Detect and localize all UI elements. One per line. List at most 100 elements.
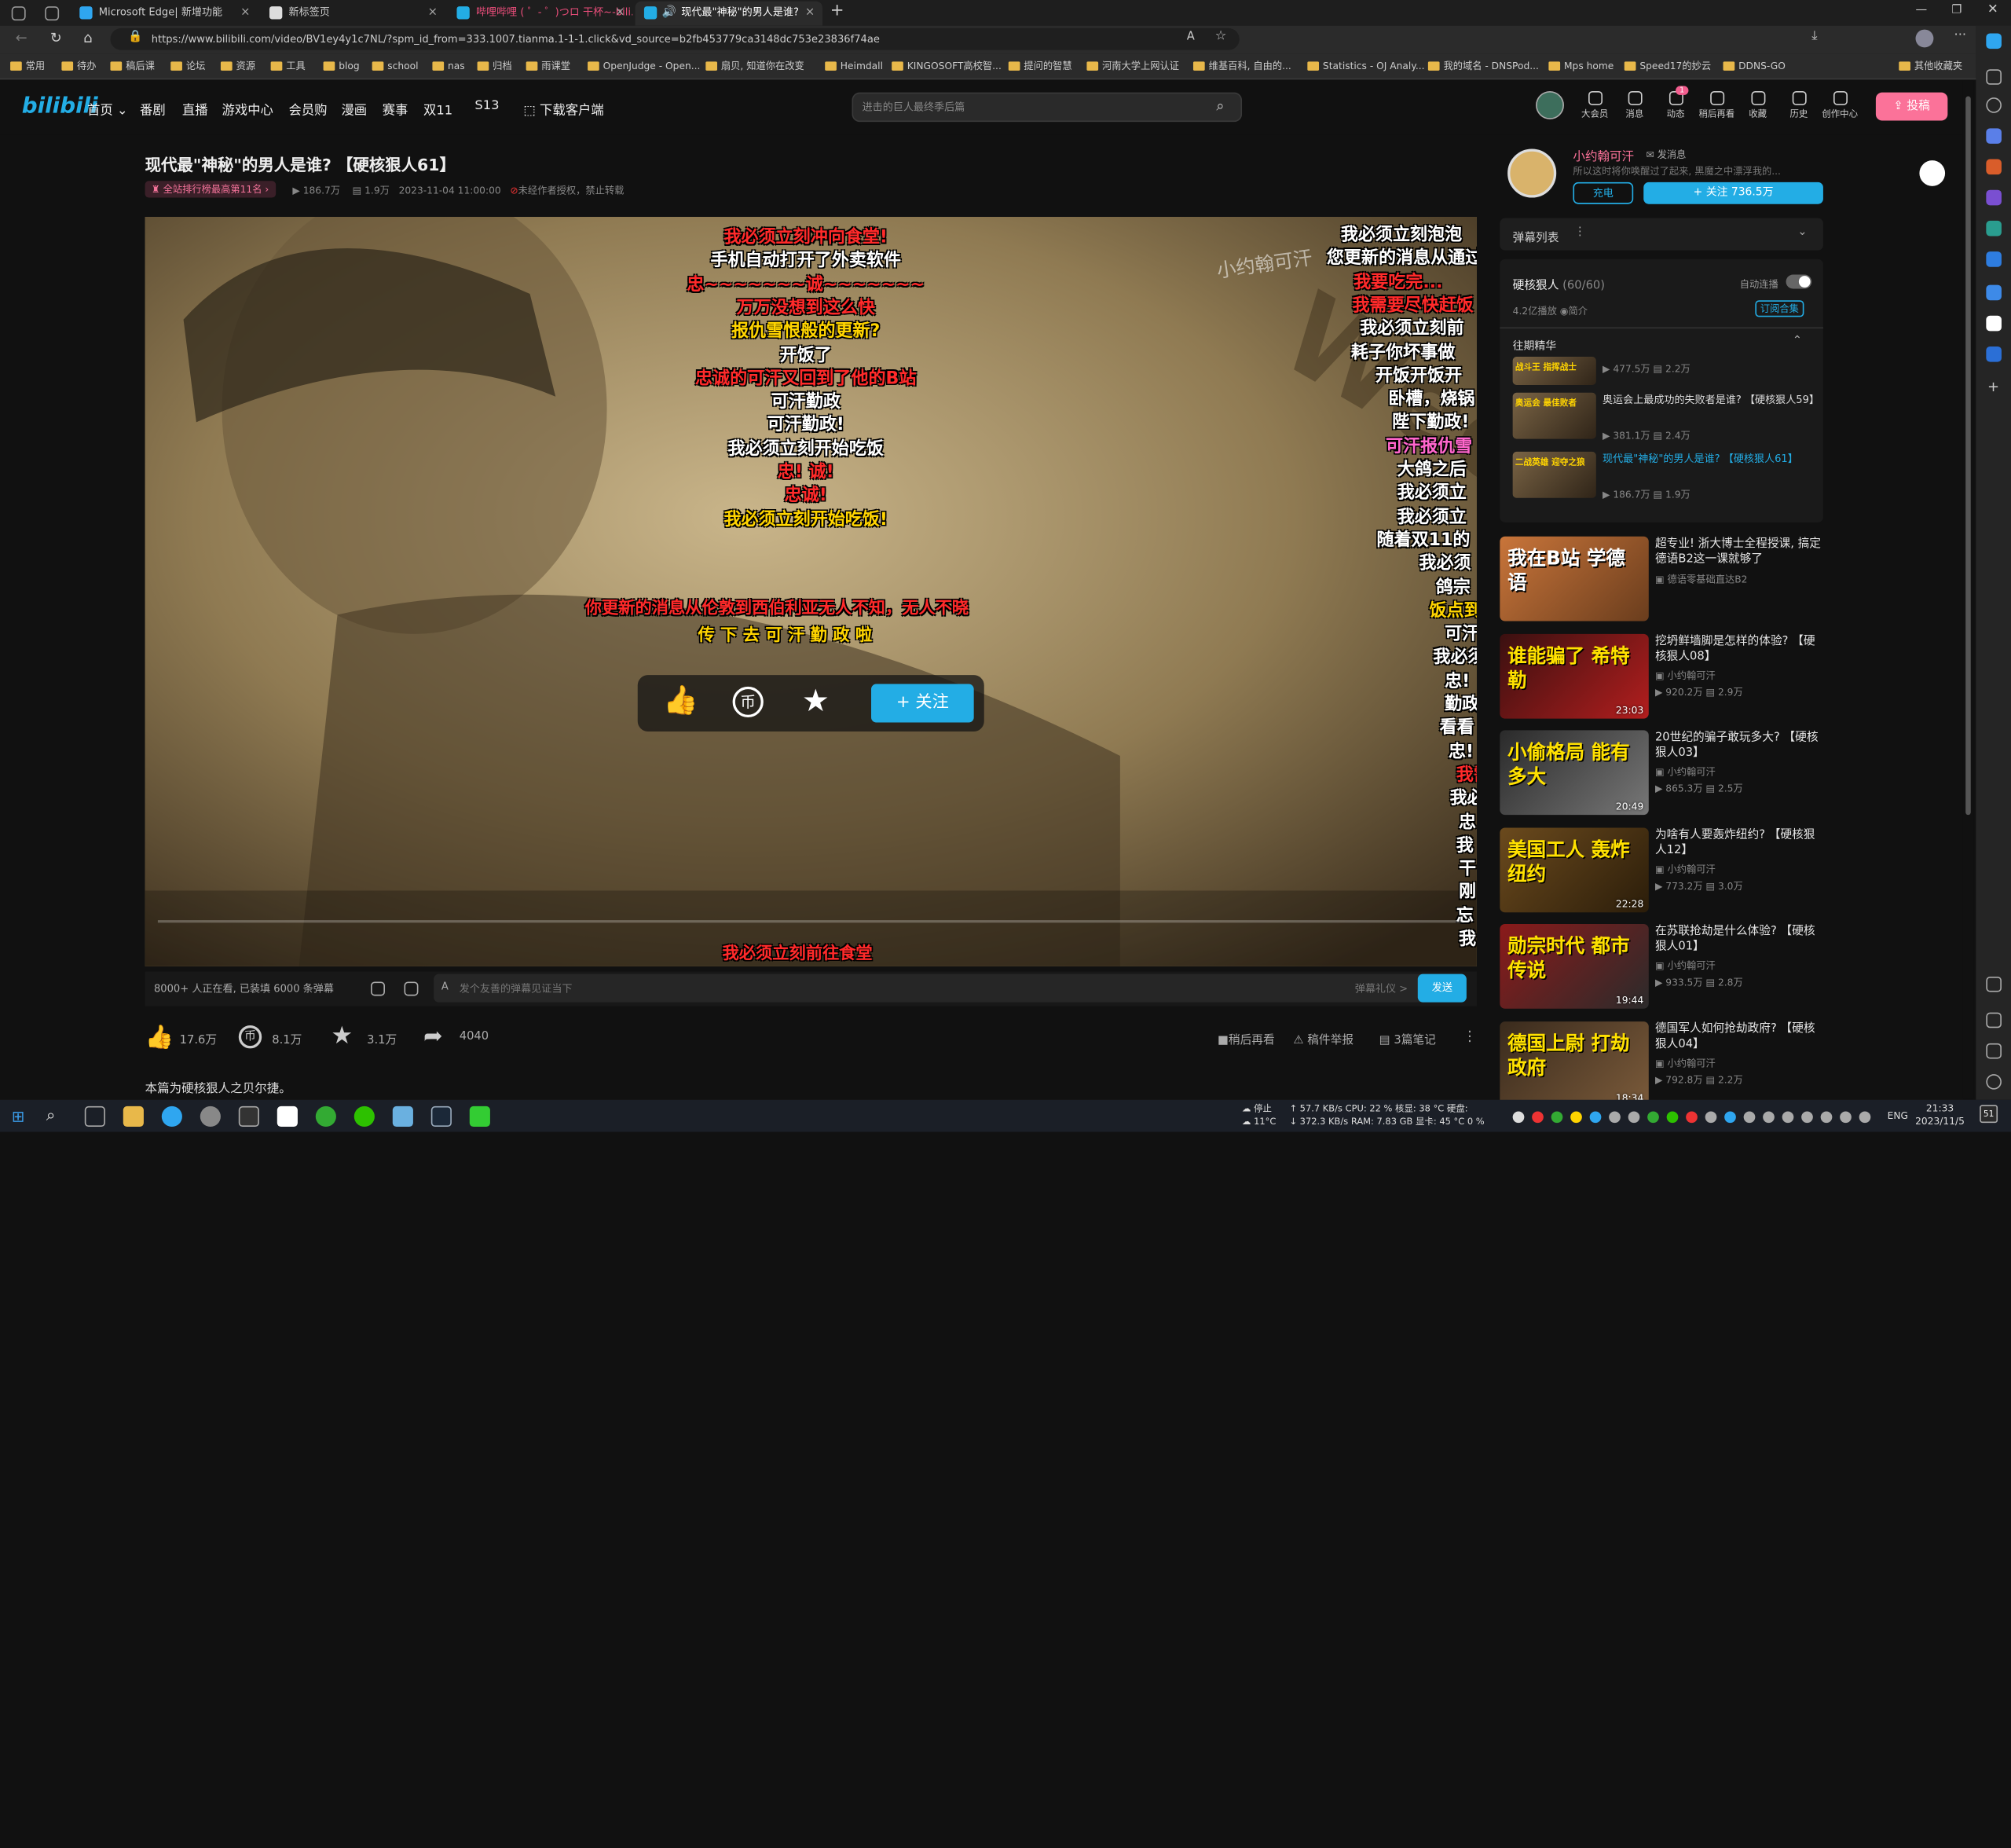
external-link-icon[interactable]: [1986, 1043, 2002, 1059]
collection-item[interactable]: 战斗王 指挥战士 ▶ 477.5万 ▤ 2.2万: [1512, 357, 1815, 385]
progress-track[interactable]: [157, 920, 1464, 923]
nav-item[interactable]: S13: [474, 99, 499, 113]
user-avatar[interactable]: [1536, 90, 1564, 119]
danmaku-settings-icon[interactable]: [404, 981, 419, 996]
profile-avatar-icon[interactable]: [1915, 29, 1934, 48]
back-icon[interactable]: ←: [16, 30, 27, 46]
video-thumbnail[interactable]: 小偷格局 能有多大 20:49: [1500, 730, 1649, 816]
steam-icon[interactable]: [430, 1106, 452, 1128]
uploader-avatar[interactable]: [1507, 148, 1557, 198]
video-author[interactable]: ▣ 德语零基础直达B2: [1655, 572, 1747, 586]
page-scrollbar[interactable]: [1962, 80, 1974, 1099]
nav-item[interactable]: 番剧: [140, 99, 166, 118]
share-icon[interactable]: ➦: [423, 1023, 443, 1050]
tray-icon[interactable]: [1763, 1111, 1775, 1124]
close-tab-icon[interactable]: ×: [428, 2, 438, 24]
more-options-icon[interactable]: ⋮: [1574, 226, 1586, 238]
collection-title[interactable]: 硬核狠人 (60/60): [1513, 276, 1605, 292]
edge-taskbar-icon[interactable]: [161, 1106, 182, 1128]
video-author[interactable]: ▣ 小约翰可汗: [1655, 1055, 1716, 1069]
header-item-dynamic[interactable]: 动态: [1657, 90, 1695, 121]
nav-item[interactable]: 双11: [423, 99, 452, 118]
tray-icon[interactable]: [1686, 1111, 1698, 1124]
video-thumbnail[interactable]: 我在B站 学德语: [1500, 536, 1649, 622]
office-icon[interactable]: [1986, 220, 2002, 236]
bookmark-item[interactable]: 待办: [61, 59, 96, 75]
nav-item[interactable]: 漫画: [341, 99, 367, 118]
close-tab-icon[interactable]: ×: [240, 2, 250, 24]
header-item-watch-later[interactable]: 稍后再看: [1698, 90, 1736, 121]
tab-actions-icon[interactable]: [45, 6, 60, 21]
video-player[interactable]: Wee 小约翰可汗 我必须立刻冲向食堂! 手机自动打开了外卖软件 忠~~~~~~~诚…: [145, 217, 1477, 966]
tray-icon[interactable]: [1840, 1111, 1852, 1124]
send-button[interactable]: 发送: [1417, 974, 1467, 1003]
mascot-icon[interactable]: [1919, 160, 1946, 186]
search-icon[interactable]: ⌕: [1216, 97, 1224, 116]
tray-icon[interactable]: [1628, 1111, 1640, 1124]
favorite-icon[interactable]: ★: [331, 1021, 353, 1050]
danmaku-toggle-icon[interactable]: [371, 981, 385, 996]
recommended-video[interactable]: 谁能骗了 希特勒 23:03 挖坍鲜墙脚是怎样的体验? 【硬核狠人08】 ▣ 小约翰可…: [1500, 633, 1823, 723]
settings-gear-icon[interactable]: [1986, 1074, 2002, 1090]
video-title-link[interactable]: 在苏联抢劫是什么体验? 【硬核狠人01】: [1655, 924, 1822, 955]
tray-icon[interactable]: [1859, 1111, 1871, 1124]
bookmark-item[interactable]: 河南大学上网认证: [1086, 59, 1179, 75]
notes-button[interactable]: ▤ 3篇笔记: [1379, 1031, 1436, 1047]
close-tab-icon[interactable]: ×: [615, 2, 625, 24]
nav-item[interactable]: ⬚ 下载客户端: [523, 99, 603, 118]
chevron-up-icon[interactable]: ⌃: [1793, 335, 1802, 347]
like-icon[interactable]: 👍: [145, 1024, 174, 1050]
games-icon[interactable]: [1986, 189, 2002, 206]
bookmark-item[interactable]: OpenJudge - Open...: [588, 59, 700, 75]
upload-button[interactable]: ⇪ 投稿: [1875, 92, 1948, 121]
bookmark-item[interactable]: 其他收藏夹: [1899, 59, 1962, 75]
shopping-icon[interactable]: [1986, 159, 2002, 175]
terminal-icon[interactable]: [238, 1106, 259, 1128]
workspaces-icon[interactable]: [11, 6, 26, 21]
bookmark-item[interactable]: 归档: [477, 59, 512, 75]
screenshot-icon[interactable]: [1986, 976, 2002, 992]
tray-icon[interactable]: [1782, 1111, 1794, 1124]
header-item-vip[interactable]: 大会员: [1576, 90, 1614, 121]
video-title-link[interactable]: 20世纪的骗子敢玩多大? 【硬核狠人03】: [1655, 730, 1822, 761]
chevron-down-icon[interactable]: ⌄: [1797, 226, 1807, 238]
report-button[interactable]: ⚠ 稿件举报: [1293, 1031, 1353, 1047]
tray-icon[interactable]: [1801, 1111, 1813, 1124]
tab-current-video[interactable]: 🔊 现代最"神秘"的男人是谁? ×: [635, 1, 822, 26]
taskbar-search-icon[interactable]: ⌕: [46, 1106, 56, 1125]
like-count[interactable]: 17.6万: [180, 1031, 217, 1047]
recommended-video[interactable]: 美国工人 轰炸纽约 22:28 为啥有人要轰炸纽约? 【硬核狠人12】 ▣ 小约翰可汗…: [1500, 827, 1823, 917]
header-item-favorites[interactable]: 收藏: [1738, 90, 1777, 121]
bookmark-item[interactable]: 稿后课: [110, 59, 155, 75]
follow-button[interactable]: + 关注 736.5万: [1643, 182, 1823, 204]
bookmark-item[interactable]: 扇贝, 知道你在改变: [705, 59, 804, 75]
danmaku-style-icon[interactable]: A: [441, 981, 449, 992]
tray-icon[interactable]: [1666, 1111, 1679, 1124]
bookmark-item[interactable]: Mps home: [1548, 59, 1614, 75]
task-view-icon[interactable]: [84, 1106, 105, 1128]
collection-item[interactable]: 奥运会 最佳败者 奥运会上最成功的失败者是谁? 【硬核狠人59】 ▶ 381.1万 …: [1512, 392, 1819, 444]
share-count[interactable]: 4040: [460, 1031, 489, 1043]
video-title-link[interactable]: 挖坍鲜墙脚是怎样的体验? 【硬核狠人08】: [1655, 633, 1822, 664]
tray-icon[interactable]: [1743, 1111, 1756, 1124]
bookmark-item[interactable]: Heimdall: [825, 59, 883, 75]
search-sidebar-icon[interactable]: [1986, 97, 2002, 113]
nav-item[interactable]: 首页 ⌄: [87, 99, 128, 118]
search-input[interactable]: 进击的巨人最终季后篇: [863, 100, 965, 114]
bell-icon[interactable]: [1986, 69, 2002, 85]
video-author[interactable]: ▣ 小约翰可汗: [1655, 862, 1716, 876]
tray-icon[interactable]: [1512, 1111, 1525, 1124]
scrollbar-thumb[interactable]: [1965, 96, 1971, 816]
refresh-icon[interactable]: ↻: [50, 30, 62, 46]
file-explorer-icon[interactable]: [123, 1106, 144, 1128]
coin-count[interactable]: 8.1万: [272, 1031, 302, 1047]
header-item-creator-center[interactable]: 创作中心: [1821, 90, 1859, 121]
nav-item[interactable]: 直播: [182, 99, 208, 118]
uploader-name[interactable]: 小约翰可汗: [1573, 146, 1634, 164]
message-button[interactable]: ✉ 发消息: [1647, 148, 1687, 162]
bookmark-item[interactable]: 资源: [220, 59, 255, 75]
video-author[interactable]: ▣ 小约翰可汗: [1655, 668, 1716, 682]
bookmark-item[interactable]: 雨课堂: [526, 59, 570, 75]
danmaku-input[interactable]: 发个友善的弹幕见证当下: [460, 981, 573, 996]
bookmark-item[interactable]: nas: [432, 59, 465, 75]
